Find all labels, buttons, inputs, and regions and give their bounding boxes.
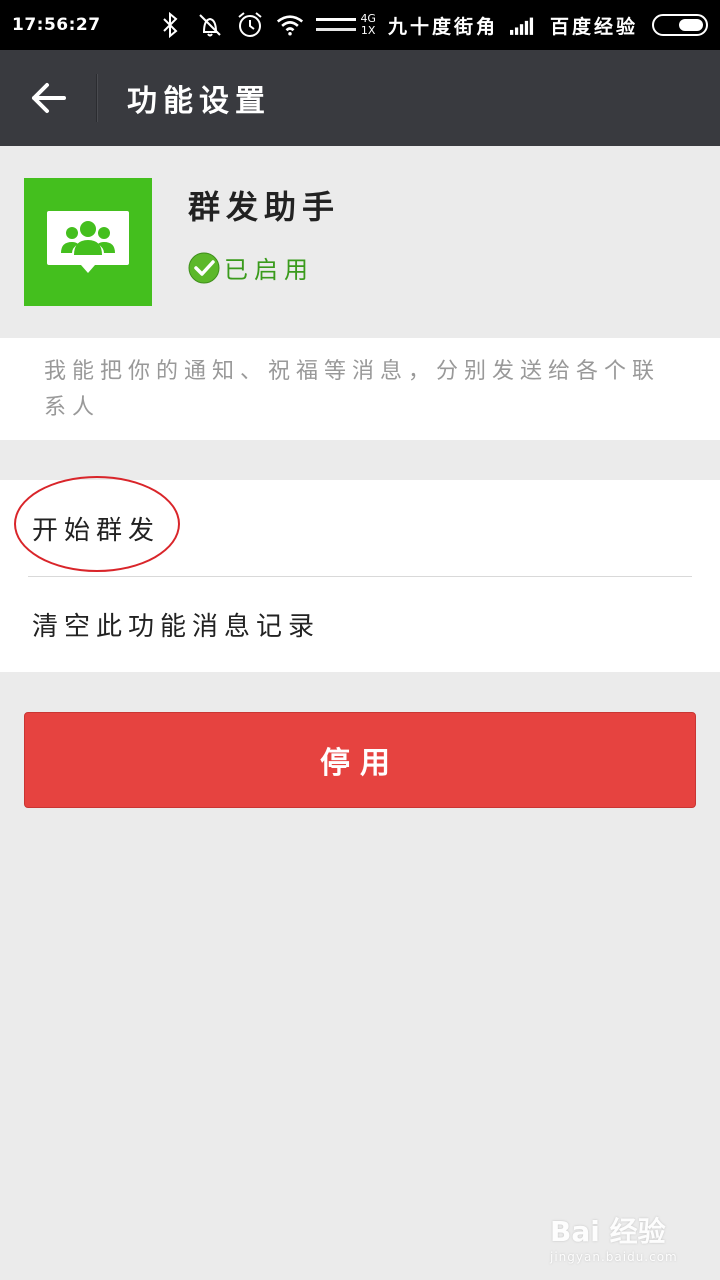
status-label: 已启用 — [224, 256, 314, 284]
check-circle-icon — [188, 252, 220, 283]
status-time: 17:56:27 — [12, 15, 101, 35]
header-divider — [96, 74, 97, 122]
page-title: 功能设置 — [127, 84, 271, 119]
feature-name: 群发助手 — [188, 188, 341, 226]
group-chat-icon — [24, 178, 152, 306]
network-indicator: 4G 1X — [316, 13, 376, 37]
alarm-icon — [236, 11, 264, 39]
clear-history-item[interactable]: 清空此功能消息记录 — [0, 577, 720, 672]
network-type-bottom: 1X — [360, 24, 376, 37]
action-menu: 开始群发 清空此功能消息记录 — [0, 480, 720, 672]
wifi-icon — [276, 11, 304, 39]
description-card: 我能把你的通知、祝福等消息，分别发送给各个联系人 — [0, 338, 720, 440]
feature-profile: 群发助手 已启用 — [24, 178, 696, 306]
arrow-left-icon — [32, 83, 66, 113]
carrier-name-1: 九十度街角 — [387, 15, 498, 38]
back-button[interactable] — [0, 50, 96, 146]
status-icons: 4G 1X 九十度街角 百度经验 — [156, 11, 708, 39]
enabled-status: 已启用 — [188, 250, 340, 285]
profile-info: 群发助手 已启用 — [188, 178, 340, 306]
watermark-logo: Bai 经验 — [550, 1215, 666, 1248]
header-bar: 功能设置 — [0, 50, 720, 146]
disable-button[interactable]: 停用 — [24, 712, 696, 808]
signal-icon — [509, 11, 538, 39]
start-broadcast-item[interactable]: 开始群发 — [0, 480, 720, 576]
battery-icon — [652, 14, 708, 36]
carrier-name-2: 百度经验 — [549, 15, 638, 38]
watermark: Bai 经验 jingyan.baidu.com — [550, 1210, 678, 1264]
watermark-url: jingyan.baidu.com — [550, 1250, 678, 1264]
status-bar: 17:56:27 4G 1X 九十度街角 百度经验 — [0, 0, 720, 50]
feature-description: 我能把你的通知、祝福等消息，分别发送给各个联系人 — [44, 359, 661, 420]
vibrate-off-icon — [196, 11, 224, 39]
bluetooth-icon — [156, 11, 184, 39]
